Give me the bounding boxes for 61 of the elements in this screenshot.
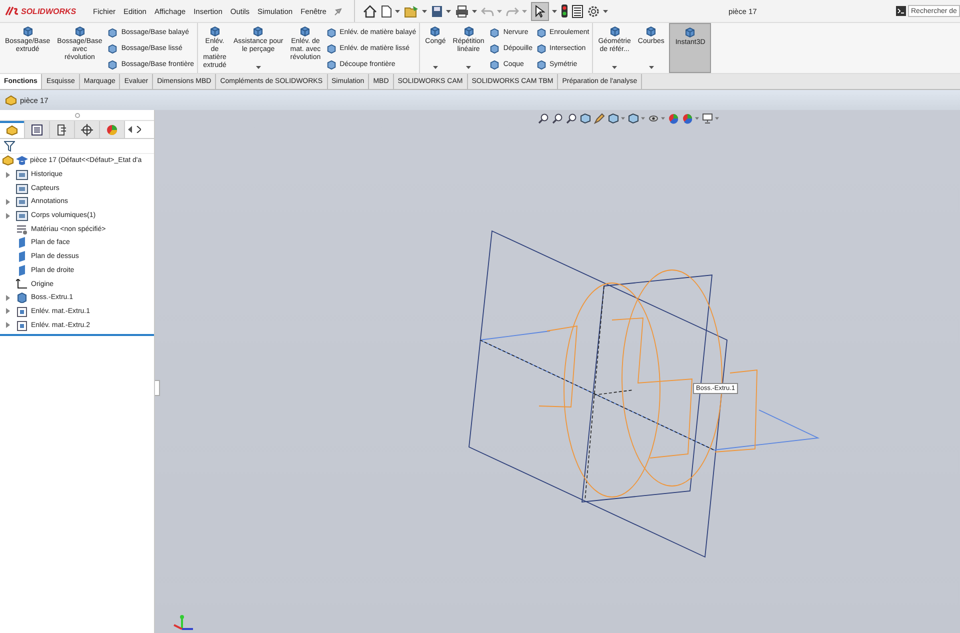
axes-icon bbox=[16, 278, 28, 290]
crosshair-icon bbox=[81, 124, 93, 136]
list-icon bbox=[31, 124, 43, 136]
settings-icon[interactable] bbox=[587, 4, 600, 18]
caret-icon[interactable] bbox=[648, 66, 654, 69]
save-icon[interactable] bbox=[431, 4, 444, 18]
panel-tab[interactable] bbox=[75, 121, 100, 138]
caret-icon[interactable] bbox=[466, 66, 472, 69]
select-button[interactable] bbox=[531, 2, 550, 20]
plane-icon bbox=[16, 264, 28, 276]
graduation-cap-icon bbox=[16, 156, 28, 166]
scroll-right-icon[interactable] bbox=[136, 126, 141, 133]
panel-handle[interactable] bbox=[155, 380, 160, 396]
material-icon bbox=[16, 224, 28, 235]
panel-tab[interactable] bbox=[25, 121, 50, 138]
open-folder-icon[interactable] bbox=[404, 4, 420, 18]
expand-arrow-icon[interactable] bbox=[6, 198, 10, 205]
plane-icon bbox=[16, 251, 28, 262]
pencil-icon[interactable] bbox=[594, 113, 605, 124]
tree-icon bbox=[56, 124, 68, 136]
color-wheel-icon bbox=[106, 124, 118, 136]
caret-icon[interactable] bbox=[395, 10, 400, 12]
new-document-icon[interactable] bbox=[381, 4, 392, 18]
expand-arrow-icon[interactable] bbox=[6, 308, 10, 314]
caret-icon[interactable] bbox=[446, 10, 452, 12]
home-icon[interactable] bbox=[363, 4, 378, 18]
plane-icon bbox=[16, 237, 28, 248]
part-icon bbox=[6, 124, 18, 136]
pin-icon[interactable] bbox=[334, 6, 342, 16]
monitor-icon[interactable] bbox=[702, 113, 713, 124]
pointer-icon bbox=[535, 4, 546, 18]
caret-icon[interactable] bbox=[422, 10, 428, 12]
axis-triad-drawing bbox=[173, 613, 195, 631]
logo-icon bbox=[5, 6, 19, 16]
caret-icon[interactable] bbox=[603, 10, 608, 12]
magnifier-icon[interactable] bbox=[566, 113, 577, 124]
caret-icon[interactable] bbox=[612, 66, 618, 69]
app-logo: SOLIDWORKS bbox=[21, 6, 76, 16]
eye-icon[interactable] bbox=[648, 113, 659, 124]
collapse-handle[interactable] bbox=[74, 112, 80, 118]
magnifier-icon[interactable] bbox=[538, 113, 549, 124]
part-icon bbox=[2, 155, 14, 166]
traffic-light-icon[interactable] bbox=[561, 4, 568, 18]
part-icon bbox=[5, 94, 17, 106]
color-wheel-icon[interactable] bbox=[682, 113, 693, 124]
scroll-left-icon[interactable] bbox=[128, 126, 133, 133]
console-icon bbox=[896, 6, 906, 16]
caret-icon[interactable] bbox=[552, 10, 558, 12]
expand-arrow-icon[interactable] bbox=[6, 294, 10, 301]
print-icon[interactable] bbox=[455, 4, 470, 18]
expand-arrow-icon[interactable] bbox=[6, 322, 10, 328]
color-wheel-icon[interactable] bbox=[668, 113, 679, 124]
caret-icon[interactable] bbox=[472, 10, 478, 12]
expand-arrow-icon[interactable] bbox=[6, 172, 10, 178]
filter-icon[interactable] bbox=[4, 140, 15, 152]
caret-icon[interactable] bbox=[256, 66, 261, 69]
magnifier-icon[interactable] bbox=[552, 113, 563, 124]
panel-tab[interactable] bbox=[50, 121, 75, 138]
list-icon[interactable] bbox=[572, 4, 584, 18]
caret-icon[interactable] bbox=[432, 66, 438, 69]
expand-arrow-icon[interactable] bbox=[6, 212, 10, 219]
